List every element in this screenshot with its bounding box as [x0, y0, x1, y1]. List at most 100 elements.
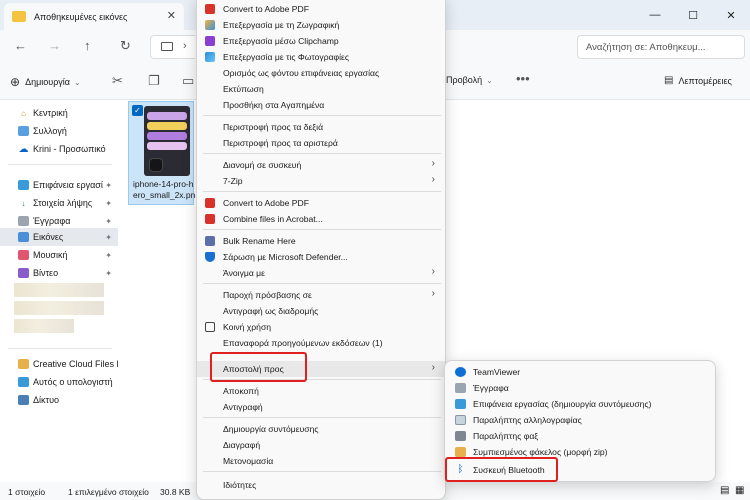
paste-icon[interactable]: ▭ — [182, 73, 194, 89]
chevron-down-icon: ⌄ — [486, 75, 493, 85]
submenu-item-teamviewer[interactable]: TeamViewer — [449, 364, 713, 380]
navigation-pane: ⌂ Κεντρική Συλλογή ☁ Krini - Προσωπικό Ε… — [0, 100, 118, 482]
minimize-button[interactable]: — — [636, 0, 674, 30]
redacted-item — [14, 301, 104, 315]
menu-separator — [203, 115, 441, 116]
sidebar-item-label: Δίκτυο — [33, 395, 59, 405]
desktop-icon — [455, 399, 466, 409]
tiles-view-icon[interactable]: ▦ — [735, 485, 744, 496]
search-input[interactable]: Αναζήτηση σε: Αποθηκευμ... — [577, 35, 745, 59]
details-button[interactable]: ▤ Λεπτομέρειες — [664, 75, 732, 86]
fax-icon — [455, 431, 466, 441]
share-icon — [205, 322, 215, 332]
menu-item-add-favorites[interactable]: Προσθήκη στα Αγαπημένα — [197, 97, 445, 113]
menu-item-set-wallpaper[interactable]: Ορισμός ως φόντου επιφάνειας εργασίας — [197, 65, 445, 81]
menu-item-copy-path[interactable]: Αντιγραφή ως διαδρομής — [197, 303, 445, 319]
submenu-item-bluetooth[interactable]: ᛒ Συσκευή Bluetooth — [449, 462, 713, 478]
menu-item-convert-pdf-2[interactable]: Convert to Adobe PDF — [197, 195, 445, 211]
sidebar-item-network[interactable]: Δίκτυο — [0, 391, 118, 409]
menu-item-label: Περιστροφή προς τα αριστερά — [223, 138, 338, 148]
close-button[interactable]: ✕ — [712, 0, 750, 30]
teamviewer-icon — [455, 367, 466, 377]
details-pane-icon: ▤ — [664, 75, 674, 86]
menu-item-convert-pdf[interactable]: Convert to Adobe PDF — [197, 1, 445, 17]
sidebar-item-gallery[interactable]: Συλλογή — [0, 122, 118, 140]
maximize-button[interactable]: ☐ — [674, 0, 712, 30]
menu-item-edit-paint[interactable]: Επεξεργασία με τη Ζωγραφική — [197, 17, 445, 33]
menu-item-cast-device[interactable]: Διανομή σε συσκευή › — [197, 157, 445, 173]
sidebar-item-downloads[interactable]: ↓ Στοιχεία λήψης ✦ — [0, 194, 118, 212]
gallery-icon — [18, 126, 29, 136]
menu-item-bulk-rename[interactable]: Bulk Rename Here — [197, 233, 445, 249]
shield-icon — [205, 252, 215, 262]
create-button[interactable]: ⊕ Δημιουργία ⌄ — [10, 75, 81, 89]
more-options-icon[interactable]: ••• — [516, 71, 530, 86]
menu-item-combine-acrobat[interactable]: Combine files in Acrobat... — [197, 211, 445, 227]
file-item[interactable]: ✓ iphone-14-pro-h ero_small_2x.pn — [128, 101, 195, 205]
sidebar-item-onedrive[interactable]: ☁ Krini - Προσωπικό — [0, 140, 118, 158]
sidebar-item-pictures[interactable]: Εικόνες ✦ — [0, 228, 118, 246]
menu-item-edit-photos[interactable]: Επεξεργασία με τις Φωτογραφίες — [197, 49, 445, 65]
chevron-down-icon: ⌄ — [74, 77, 81, 87]
computer-icon — [18, 377, 29, 387]
menu-separator — [203, 417, 441, 418]
checkbox-icon[interactable]: ✓ — [132, 105, 143, 116]
context-menu: Convert to Adobe PDF Επεξεργασία με τη Ζ… — [196, 0, 446, 500]
up-arrow-icon[interactable]: ↑ — [84, 38, 91, 53]
menu-item-label: Αποστολή προς — [223, 364, 284, 374]
details-view-icon[interactable]: ▤ — [720, 485, 729, 496]
menu-item-print[interactable]: Εκτύπωση — [197, 81, 445, 97]
menu-item-rename[interactable]: Μετονομασία — [197, 453, 445, 469]
tab-close-icon[interactable]: ✕ — [167, 9, 176, 22]
menu-item-label: Επεξεργασία με τη Ζωγραφική — [223, 20, 340, 30]
sidebar-item-label: Βίντεο — [33, 268, 59, 278]
sidebar-item-creative-cloud[interactable]: Creative Cloud Files F — [0, 355, 118, 373]
sidebar-item-home[interactable]: ⌂ Κεντρική — [0, 104, 118, 122]
menu-item-label: Ιδιότητες — [223, 480, 257, 490]
menu-item-open-with[interactable]: Άνοιγμα με › — [197, 265, 445, 281]
sidebar-item-desktop[interactable]: Επιφάνεια εργασί ✦ — [0, 176, 118, 194]
cut-icon[interactable]: ✂ — [112, 73, 123, 89]
menu-item-label: Περιστροφή προς τα δεξιά — [223, 122, 324, 132]
view-button[interactable]: Προβολή ⌄ — [446, 75, 493, 85]
submenu-item-documents[interactable]: Έγγραφα — [449, 380, 713, 396]
copy-icon[interactable]: ❐ — [148, 73, 160, 89]
forward-arrow-icon[interactable]: → — [48, 38, 61, 53]
pin-icon: ✦ — [105, 216, 112, 226]
submenu-item-fax-recipient[interactable]: Παραλήπτης φαξ — [449, 428, 713, 444]
menu-item-create-shortcut[interactable]: Δημιουργία συντόμευσης — [197, 421, 445, 437]
pin-icon: ✦ — [105, 198, 112, 208]
menu-item-restore-versions[interactable]: Επαναφορά προηγούμενων εκδόσεων (1) — [197, 335, 445, 351]
address-bar[interactable]: › — [150, 35, 195, 59]
menu-item-label: Σάρωση με Microsoft Defender... — [223, 252, 348, 262]
menu-item-label: Αντιγραφή — [223, 402, 263, 412]
menu-separator — [203, 379, 441, 380]
menu-item-delete[interactable]: Διαγραφή — [197, 437, 445, 453]
submenu-item-zip-folder[interactable]: Συμπιεσμένος φάκελος (μορφή zip) — [449, 444, 713, 460]
chevron-right-icon: › — [431, 362, 435, 373]
selected-size: 30.8 KB — [160, 487, 191, 497]
tab-saved-pictures[interactable]: Αποθηκευμένες εικόνες ✕ — [4, 3, 184, 30]
menu-item-edit-clipchamp[interactable]: Επεξεργασία μέσω Clipchamp — [197, 33, 445, 49]
menu-item-rotate-right[interactable]: Περιστροφή προς τα δεξιά — [197, 119, 445, 135]
back-arrow-icon[interactable]: ← — [14, 38, 27, 53]
image-thumbnail — [144, 106, 190, 176]
menu-item-defender-scan[interactable]: Σάρωση με Microsoft Defender... — [197, 249, 445, 265]
refresh-icon[interactable]: ↻ — [120, 38, 131, 54]
menu-item-send-to[interactable]: Αποστολή προς › — [197, 361, 445, 377]
menu-item-share[interactable]: Κοινή χρήση — [197, 319, 445, 335]
sidebar-item-music[interactable]: Μουσική ✦ — [0, 246, 118, 264]
menu-item-rotate-left[interactable]: Περιστροφή προς τα αριστερά — [197, 135, 445, 151]
submenu-item-label: Συσκευή Bluetooth — [473, 465, 545, 475]
sidebar-item-this-pc[interactable]: Αυτός ο υπολογιστή — [0, 373, 118, 391]
submenu-item-mail-recipient[interactable]: Παραλήπτης αλληλογραφίας — [449, 412, 713, 428]
menu-item-label: Διαγραφή — [223, 440, 261, 450]
menu-item-properties[interactable]: Ιδιότητες — [197, 477, 445, 493]
acrobat-icon — [205, 214, 215, 224]
submenu-item-desktop-shortcut[interactable]: Επιφάνεια εργασίας (δημιουργία συντόμευσ… — [449, 396, 713, 412]
menu-item-copy[interactable]: Αντιγραφή — [197, 399, 445, 415]
sidebar-item-videos[interactable]: Βίντεο ✦ — [0, 264, 118, 282]
menu-item-give-access[interactable]: Παροχή πρόσβασης σε › — [197, 287, 445, 303]
menu-item-7zip[interactable]: 7-Zip › — [197, 173, 445, 189]
menu-item-cut[interactable]: Αποκοπή — [197, 383, 445, 399]
